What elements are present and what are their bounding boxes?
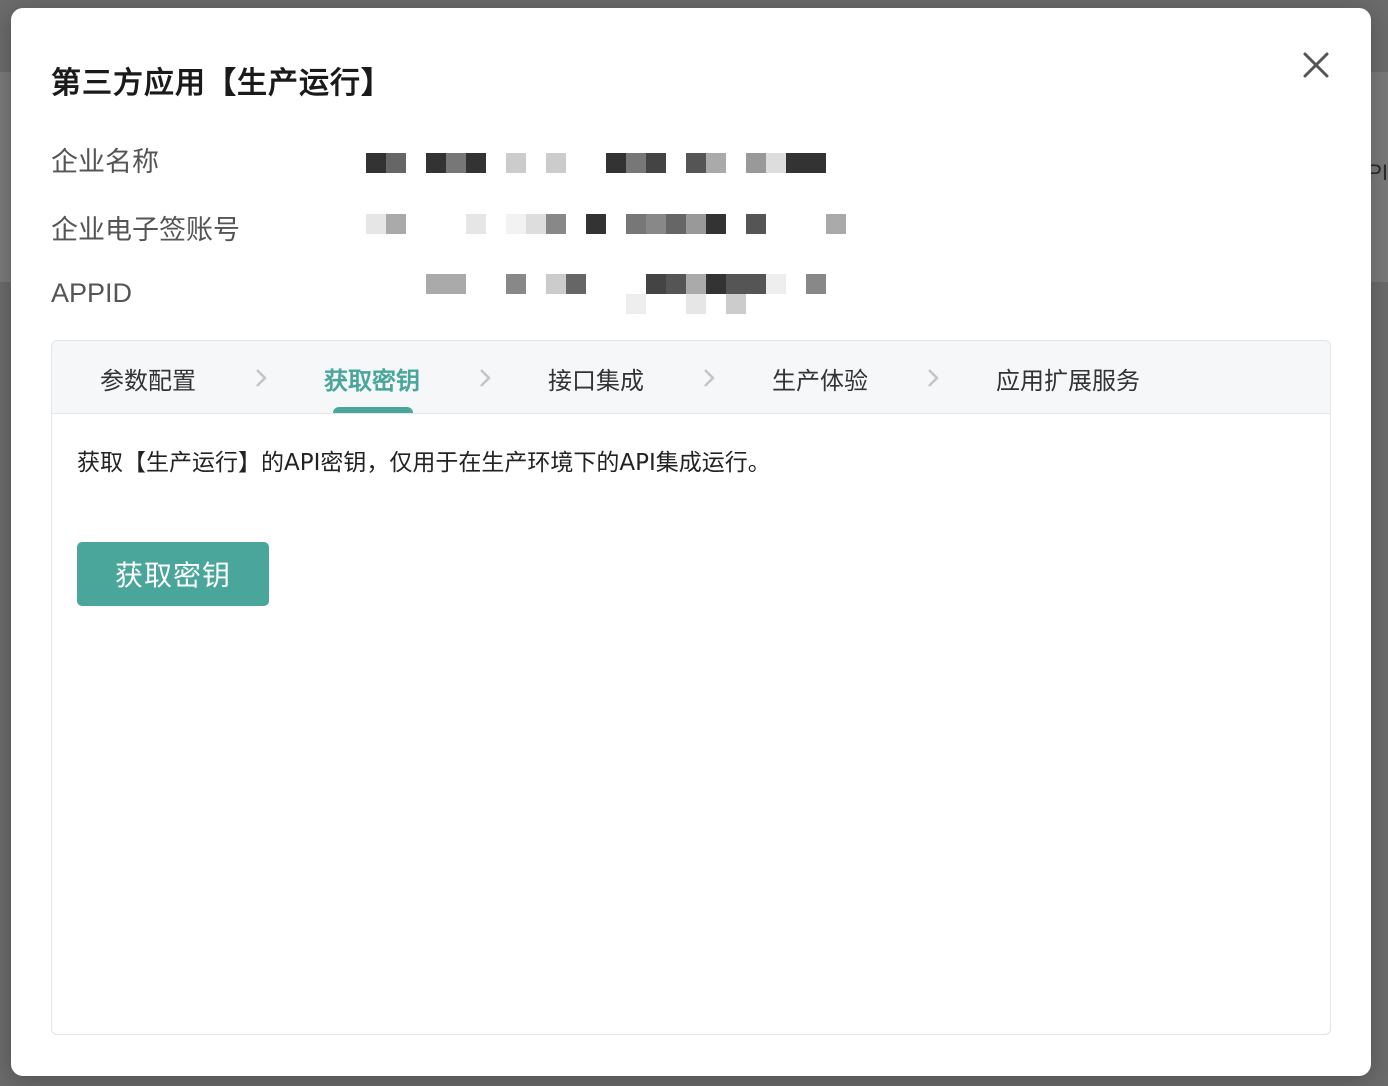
esign-account-value-redacted <box>366 214 846 234</box>
company-name-label: 企业名称 <box>51 147 159 178</box>
chevron-right-icon <box>480 369 491 387</box>
appid-value-redacted <box>426 274 826 294</box>
step-description: 获取【生产运行】的API密钥，仅用于在生产环境下的API集成运行。 <box>77 450 771 476</box>
close-icon[interactable] <box>1301 50 1331 80</box>
dialog-title: 第三方应用【生产运行】 <box>51 66 392 101</box>
chevron-right-icon <box>704 369 715 387</box>
esign-account-label: 企业电子签账号 <box>51 215 240 246</box>
appid-label: APPID <box>51 278 133 308</box>
get-secret-key-button[interactable]: 获取密钥 <box>77 542 269 606</box>
step-panel: 参数配置 获取密钥 接口集成 生产体验 应用扩展服务 获取【生产运行】的API密… <box>51 340 1331 1035</box>
active-step-indicator <box>333 407 413 413</box>
step-parameter-config[interactable]: 参数配置 <box>100 361 196 396</box>
step-production-experience[interactable]: 生产体验 <box>772 361 868 396</box>
step-app-extension-services[interactable]: 应用扩展服务 <box>996 361 1140 396</box>
company-name-value-redacted <box>366 153 826 173</box>
step-nav: 参数配置 获取密钥 接口集成 生产体验 应用扩展服务 <box>52 341 1330 414</box>
chevron-right-icon <box>256 369 267 387</box>
third-party-app-dialog: 第三方应用【生产运行】 企业名称 企业电子签账号 APPID 参数配置 获取密钥… <box>11 8 1371 1076</box>
step-get-secret-key[interactable]: 获取密钥 <box>324 361 420 396</box>
step-api-integration[interactable]: 接口集成 <box>548 361 644 396</box>
chevron-right-icon <box>928 369 939 387</box>
appid-value-redacted-2 <box>626 294 746 314</box>
